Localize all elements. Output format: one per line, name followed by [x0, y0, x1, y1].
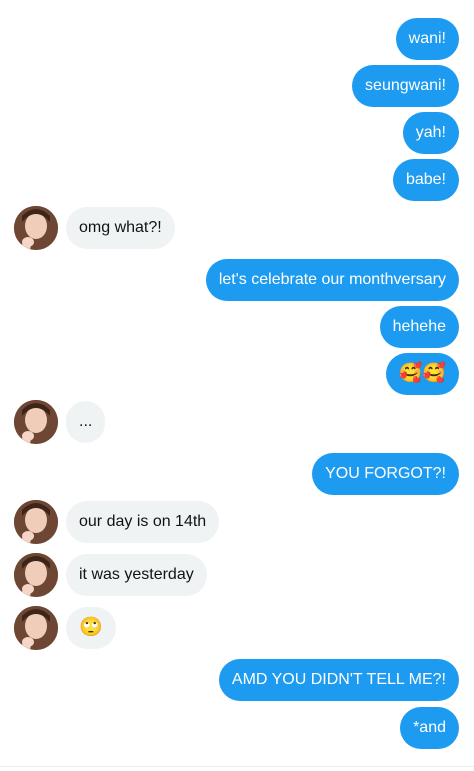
avatar[interactable]	[14, 553, 58, 597]
sent-message-bubble[interactable]: babe!	[392, 159, 459, 201]
received-emoji-bubble[interactable]: 🙄	[66, 607, 116, 649]
avatar-image-icon	[14, 400, 58, 444]
sent-message-bubble[interactable]: wani!	[395, 18, 459, 60]
sent-message-bubble[interactable]: AMD YOU DIDN'T TELL ME?!	[218, 659, 459, 701]
bottom-divider	[0, 766, 474, 767]
received-message-bubble[interactable]: omg what?!	[66, 207, 175, 249]
avatar[interactable]	[14, 606, 58, 650]
avatar[interactable]	[14, 206, 58, 250]
avatar-image-icon	[14, 553, 58, 597]
avatar[interactable]	[14, 500, 58, 544]
sent-message-bubble[interactable]: YOU FORGOT?!	[312, 453, 459, 495]
sent-emoji-bubble[interactable]: 🥰🥰	[385, 353, 459, 395]
sent-message-bubble[interactable]: seungwani!	[352, 65, 459, 107]
avatar-image-icon	[14, 500, 58, 544]
received-message-bubble[interactable]: ...	[66, 401, 106, 443]
avatar[interactable]	[14, 400, 58, 444]
received-message-bubble[interactable]: our day is on 14th	[66, 501, 220, 543]
received-message-bubble[interactable]: it was yesterday	[66, 554, 207, 596]
sent-message-bubble[interactable]: let's celebrate our monthversary	[205, 259, 459, 301]
sent-message-bubble[interactable]: hehehe	[379, 306, 459, 348]
message-thread: wani! seungwani! yah! babe! omg what?! l…	[0, 0, 474, 771]
sent-message-bubble[interactable]: *and	[400, 707, 459, 749]
avatar-image-icon	[14, 206, 58, 250]
avatar-image-icon	[14, 606, 58, 650]
sent-message-bubble[interactable]: yah!	[402, 112, 459, 154]
